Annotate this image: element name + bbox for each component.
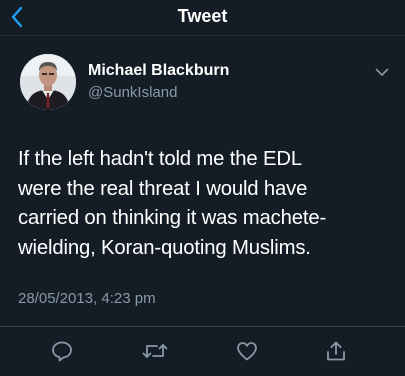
action-bar — [0, 327, 405, 376]
share-icon — [327, 341, 345, 361]
page-title: Tweet — [177, 6, 228, 26]
retweet-button[interactable] — [141, 337, 169, 365]
like-button[interactable] — [233, 337, 261, 365]
nav-bar: Tweet — [0, 0, 405, 36]
heart-icon — [237, 342, 257, 361]
reply-button[interactable] — [48, 337, 76, 365]
retweet-icon — [142, 344, 168, 358]
author-handle[interactable]: @SunkIsland — [88, 84, 177, 101]
tweet-text: If the left hadn't told me the EDL were … — [18, 148, 327, 259]
chevron-down-icon — [375, 68, 389, 76]
tweet-menu-button[interactable] — [372, 64, 392, 80]
tweet-timestamp: 28/05/2013, 4:23 pm — [18, 290, 156, 307]
share-button[interactable] — [322, 337, 350, 365]
profile-photo — [20, 54, 76, 110]
reply-bubble-icon — [52, 341, 72, 362]
avatar[interactable] — [20, 54, 76, 110]
author-name[interactable]: Michael Blackburn — [88, 62, 229, 80]
tweet: Michael Blackburn @SunkIsland If the lef… — [0, 36, 405, 326]
